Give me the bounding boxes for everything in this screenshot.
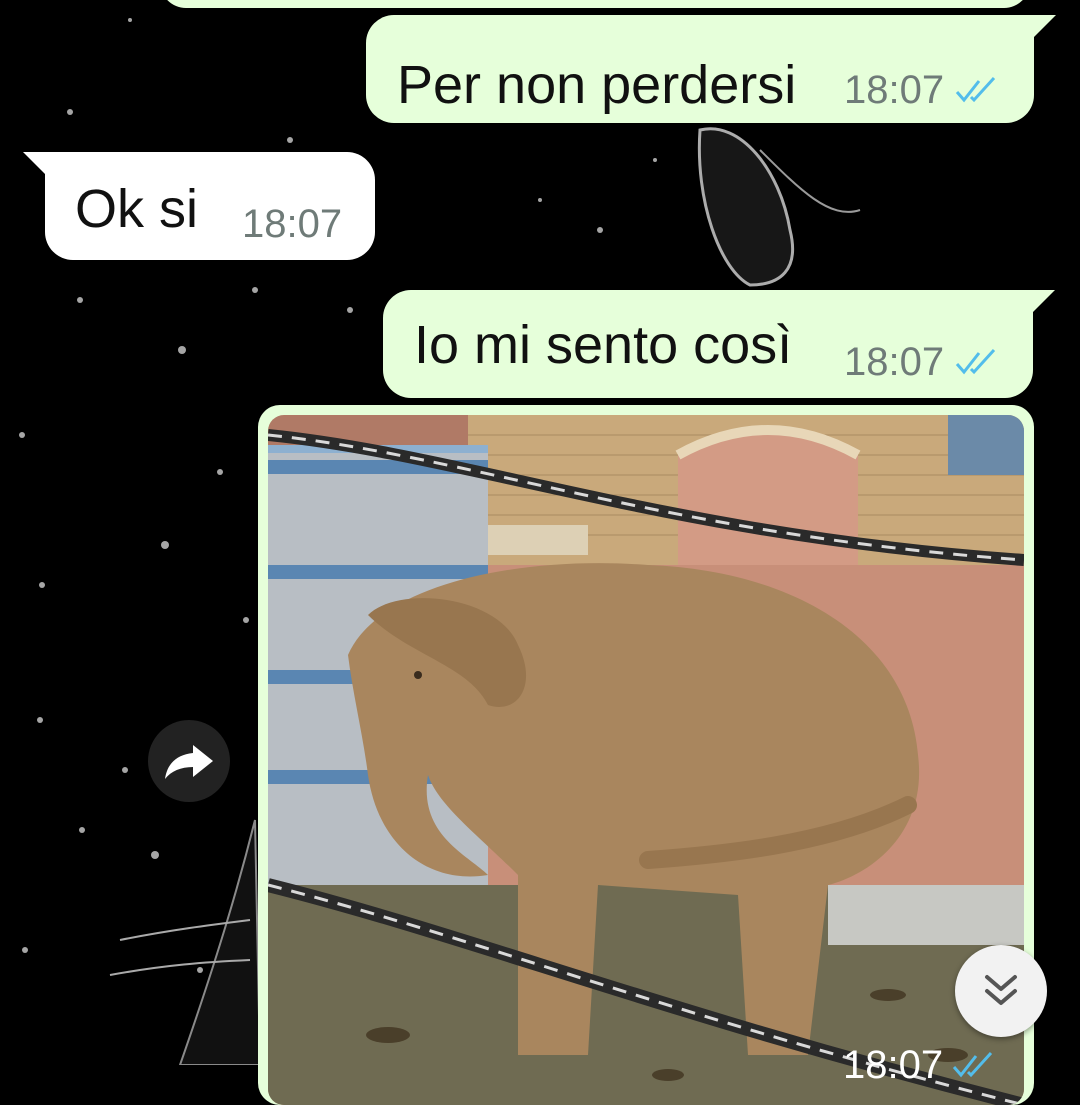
double-check-icon xyxy=(952,1051,993,1078)
bubble-tail xyxy=(1029,290,1055,316)
previous-message-bubble[interactable] xyxy=(160,0,1030,8)
message-meta: 18:07 xyxy=(844,342,1002,382)
bubble-tail xyxy=(1030,15,1056,41)
message-meta: 18:07 xyxy=(844,70,1002,110)
message-text: Ok si xyxy=(75,179,199,239)
double-check-icon xyxy=(955,348,996,375)
double-chevron-down-icon xyxy=(985,975,1017,1005)
message-time: 18:07 xyxy=(844,340,945,384)
message-bubble-outgoing[interactable]: Per non perdersi 18:07 xyxy=(366,15,1056,123)
message-time: 18:07 xyxy=(843,1043,944,1087)
image-message-bubble[interactable]: 18:07 xyxy=(258,405,1034,1105)
message-meta: 18:07 xyxy=(242,204,342,244)
message-bubble-incoming[interactable]: Ok si 18:07 xyxy=(23,152,375,260)
message-text: Per non perdersi xyxy=(397,55,797,115)
forward-button[interactable] xyxy=(148,720,230,802)
share-forward-icon xyxy=(165,745,213,779)
message-bubble-outgoing[interactable]: Io mi sento così 18:07 xyxy=(383,290,1055,398)
elephant-photo[interactable] xyxy=(268,415,1024,1105)
message-text: Io mi sento così xyxy=(414,315,793,375)
image-message-meta: 18:07 xyxy=(843,1045,999,1085)
message-time: 18:07 xyxy=(242,202,343,246)
scroll-to-bottom-button[interactable] xyxy=(955,945,1047,1037)
bubble-tail xyxy=(23,152,49,178)
message-time: 18:07 xyxy=(844,68,945,112)
double-check-icon xyxy=(955,76,996,103)
